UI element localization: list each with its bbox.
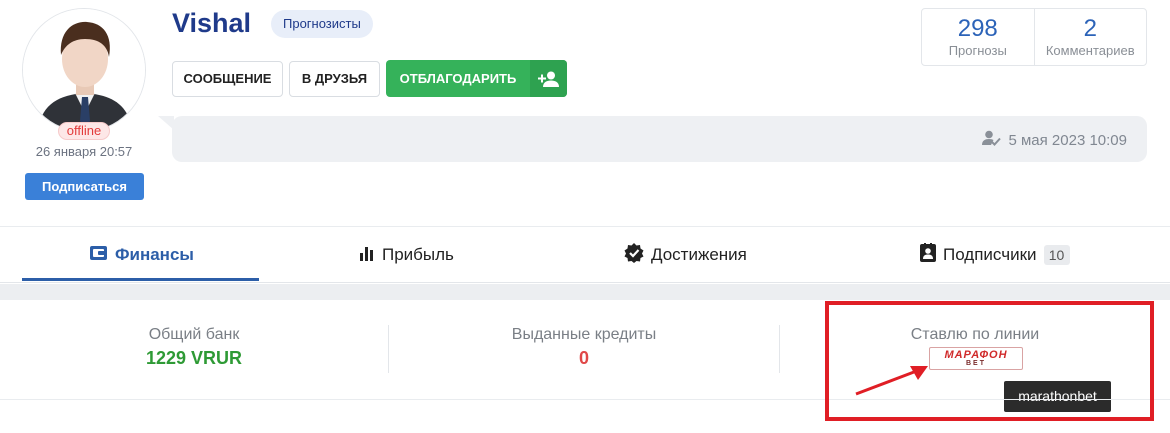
user-check-icon	[982, 130, 1002, 150]
stat-value: 298	[957, 15, 998, 42]
stat-value: 2	[1083, 15, 1097, 42]
tab-subscribers[interactable]: Подписчики 10	[920, 227, 1070, 283]
message-button[interactable]: СООБЩЕНИЕ	[172, 61, 283, 97]
tab-achievements[interactable]: Достижения	[624, 227, 747, 283]
badge-check-icon	[624, 242, 644, 268]
stat-predictions[interactable]: 298 Прогнозы	[922, 9, 1034, 65]
section-separator	[0, 284, 1170, 300]
avatar[interactable]	[22, 8, 146, 132]
add-user-icon	[530, 60, 567, 97]
wallet-icon	[90, 245, 108, 266]
stat-comments[interactable]: 2 Комментариев	[1033, 9, 1147, 65]
post-date-text: 5 мая 2023 10:09	[1008, 131, 1127, 149]
tab-profit[interactable]: Прибыль	[359, 227, 454, 283]
profile-stats: 298 Прогнозы 2 Комментариев	[921, 8, 1147, 66]
tab-finance[interactable]: Финансы	[90, 227, 194, 283]
post-date: 5 мая 2023 10:09	[982, 130, 1127, 150]
thank-button-label: ОТБЛАГОДАРИТЬ	[399, 71, 517, 86]
stat-label: Прогнозы	[948, 43, 1007, 58]
tab-label: Достижения	[651, 245, 747, 264]
status-bubble: 5 мая 2023 10:09	[172, 116, 1147, 162]
username[interactable]: Vishal	[172, 8, 251, 39]
profile-tabs: Финансы Прибыль Достижения Подписчики 10	[0, 226, 1170, 283]
contact-card-icon	[920, 243, 936, 267]
status-badge: offline	[58, 122, 110, 140]
stat-label: Комментариев	[1045, 43, 1135, 58]
add-friend-button[interactable]: В ДРУЗЬЯ	[289, 61, 380, 97]
subscribers-count-badge: 10	[1043, 245, 1070, 265]
subscribe-button[interactable]: Подписаться	[25, 173, 144, 200]
active-tab-indicator	[22, 278, 259, 281]
tab-label: Прибыль	[382, 245, 454, 264]
tab-label: Подписчики	[943, 245, 1037, 264]
tab-label: Финансы	[115, 245, 194, 264]
last-seen-time: 26 января 20:57	[35, 144, 133, 159]
issued-credits-value: 0	[578, 348, 589, 368]
total-bank-value: 1229 VRUR	[145, 348, 243, 368]
total-bank-label: Общий банк	[148, 326, 240, 343]
total-bank: Общий банк 1229 VRUR	[0, 300, 388, 398]
issued-credits-label: Выданные кредиты	[511, 326, 657, 343]
issued-credits: Выданные кредиты 0	[389, 300, 779, 398]
role-badge[interactable]: Прогнозисты	[271, 10, 373, 38]
thank-button[interactable]: ОТБЛАГОДАРИТЬ	[386, 60, 567, 97]
annotation-arrow	[855, 366, 928, 396]
bar-chart-icon	[359, 245, 375, 266]
